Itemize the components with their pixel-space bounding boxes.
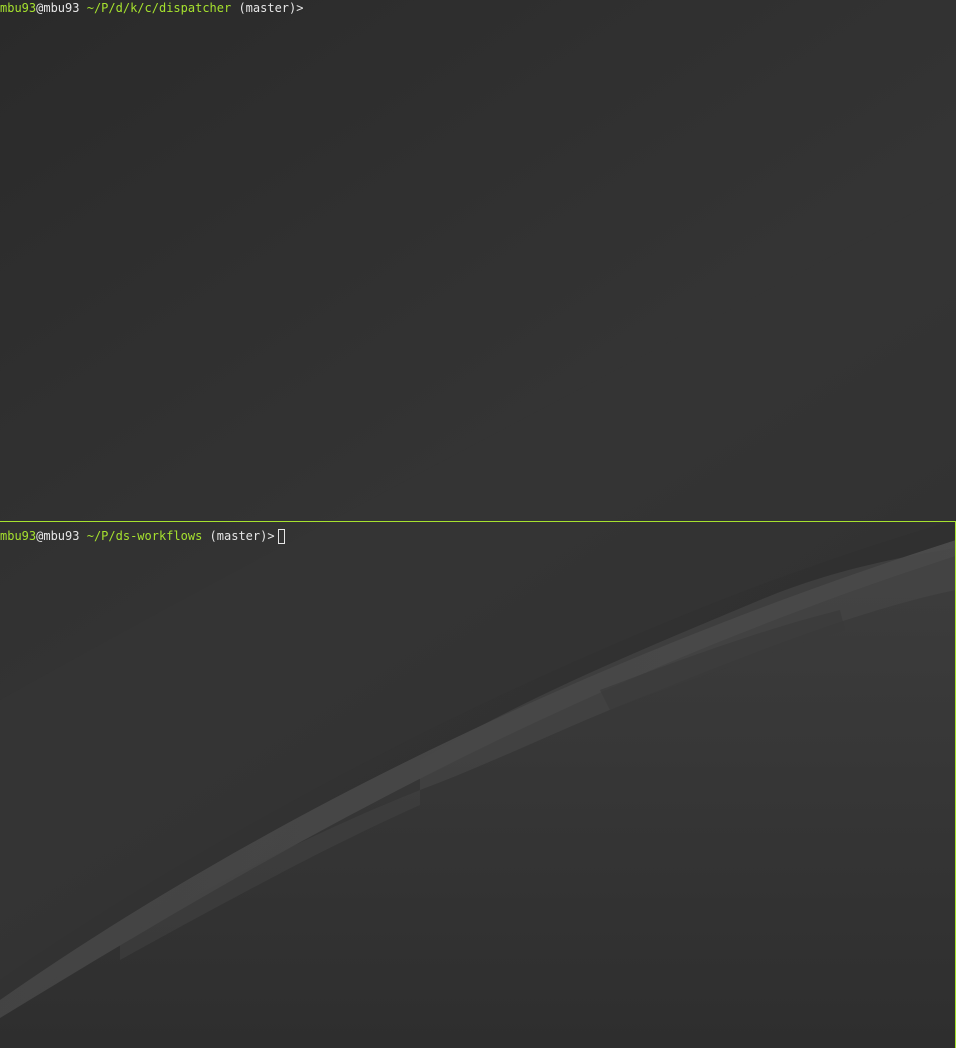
prompt-git-branch: (master) [209,529,268,543]
prompt-git-branch: (master) [238,1,297,15]
shell-prompt: mbu93@mbu93 ~/P/d/k/c/dispatcher (master… [0,1,303,15]
shell-prompt: mbu93@mbu93 ~/P/ds-workflows (master)> [0,529,285,544]
prompt-user: mbu93 [0,529,37,543]
prompt-symbol: > [296,1,304,15]
prompt-path: ~/P/d/k/c/dispatcher [86,1,232,15]
prompt-host: mbu93 [43,1,80,15]
prompt-user: mbu93 [0,1,37,15]
prompt-host: mbu93 [43,529,80,543]
prompt-symbol: > [267,529,275,543]
terminal-pane-bottom-active[interactable]: mbu93@mbu93 ~/P/ds-workflows (master)> [0,521,956,1048]
terminal-pane-top[interactable]: mbu93@mbu93 ~/P/d/k/c/dispatcher (master… [0,0,956,521]
text-cursor[interactable] [277,529,285,544]
prompt-path: ~/P/ds-workflows [86,529,203,543]
terminal-window: mbu93@mbu93 ~/P/d/k/c/dispatcher (master… [0,0,956,1048]
